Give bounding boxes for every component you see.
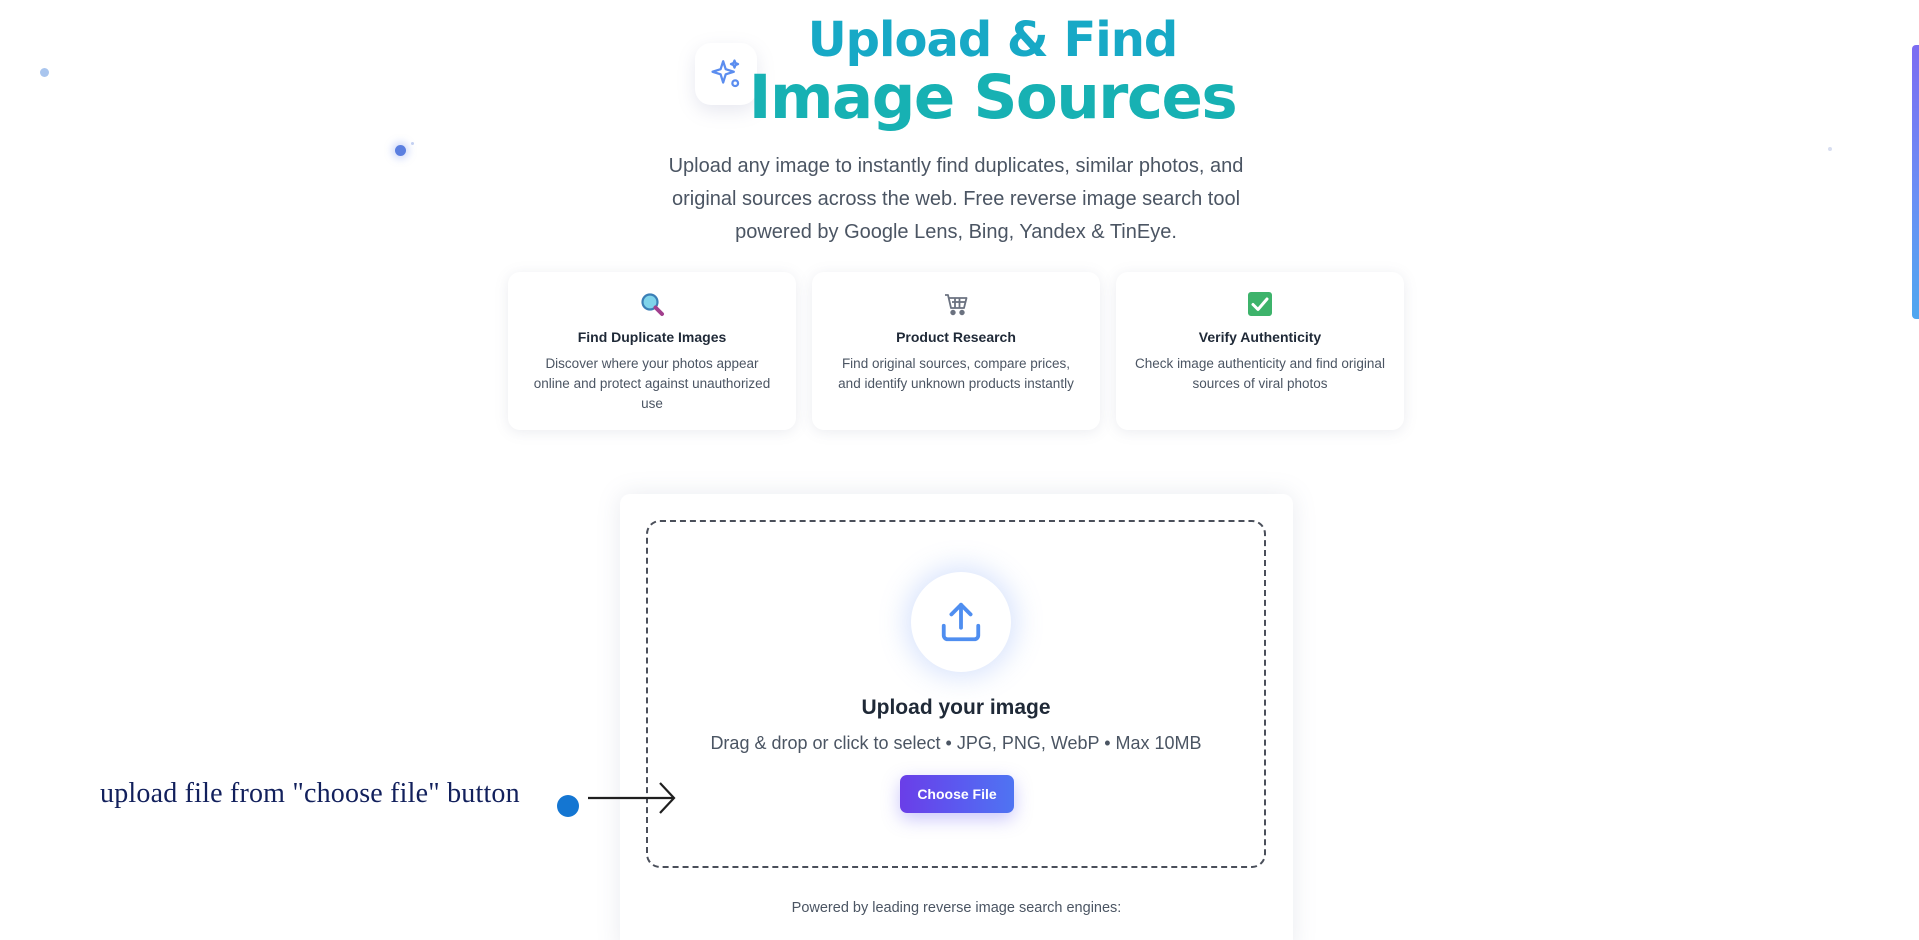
feature-description: Discover where your photos appear online… — [533, 356, 771, 411]
powered-by-label: Powered by leading reverse image search … — [791, 900, 1122, 916]
file-dropzone[interactable]: Upload your image Drag & drop or click t… — [646, 520, 1266, 868]
feature-title: Verify Authenticity — [1198, 329, 1322, 345]
feature-title: Product Research — [896, 329, 1016, 345]
feature-description: Check image authenticity and find origin… — [1135, 356, 1385, 391]
annotation-text: upload file from "choose file" button — [100, 778, 520, 809]
upload-hint: Drag & drop or click to select • JPG, PN… — [710, 733, 1202, 753]
shopping-cart-icon — [812, 290, 1100, 318]
feature-card-duplicates: Find Duplicate Images Discover where you… — [508, 272, 796, 430]
page-subtitle: Upload any image to instantly find dupli… — [668, 155, 1244, 243]
feature-title: Find Duplicate Images — [577, 329, 727, 345]
decor-dot — [395, 145, 406, 156]
arrow-right-icon — [588, 782, 676, 814]
upload-icon[interactable] — [911, 572, 1011, 672]
feature-card-verify: Verify Authenticity Check image authenti… — [1116, 272, 1404, 430]
upload-title: Upload your image — [861, 696, 1051, 719]
feature-description: Find original sources, compare prices, a… — [838, 356, 1074, 391]
annotation-dot — [557, 795, 579, 817]
check-mark-icon — [1116, 290, 1404, 318]
upload-card: Upload your image Drag & drop or click t… — [620, 494, 1293, 940]
page-title-line-2: Image Sources — [748, 62, 1238, 133]
feature-card-product-research: Product Research Find original sources, … — [812, 272, 1100, 430]
decor-dot — [411, 142, 414, 145]
feature-cards: Find Duplicate Images Discover where you… — [508, 272, 1404, 430]
choose-file-button[interactable]: Choose File — [900, 775, 1014, 813]
magnifier-icon — [508, 290, 796, 318]
decor-dot — [1828, 147, 1832, 151]
